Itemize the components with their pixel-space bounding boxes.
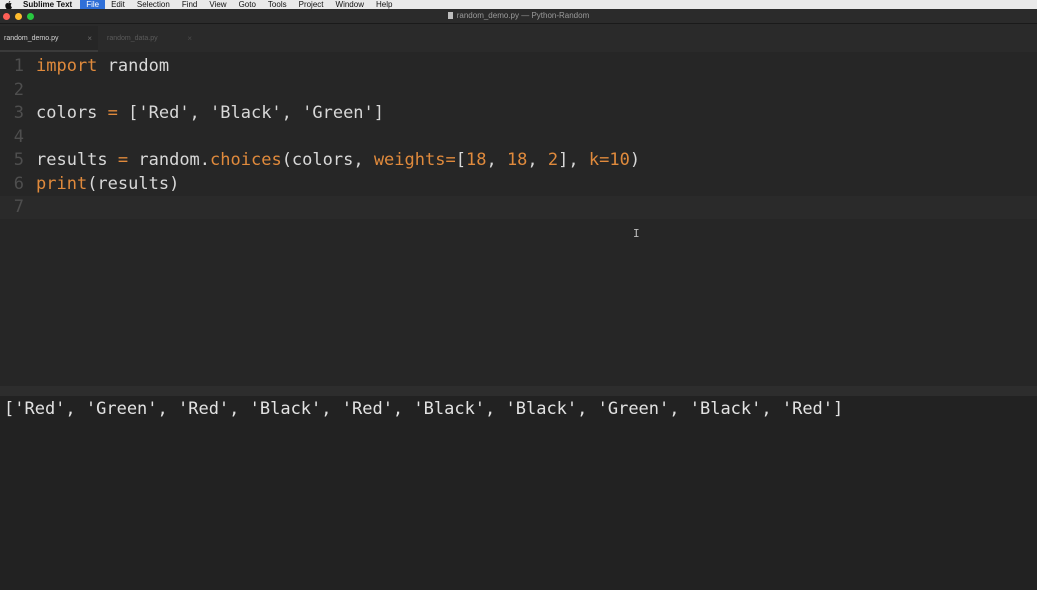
- code-text: print(results): [36, 173, 179, 196]
- line-number: 3: [13, 103, 24, 123]
- menu-goto[interactable]: Goto: [233, 0, 262, 9]
- menu-window[interactable]: Window: [330, 0, 370, 9]
- code-text: colors = ['Red', 'Black', 'Green']: [36, 102, 384, 125]
- window-title-text: random_demo.py — Python-Random: [456, 11, 590, 20]
- menu-project[interactable]: Project: [293, 0, 330, 9]
- text-cursor-icon: I: [633, 227, 640, 240]
- code-text: results = random.choices(colors, weights…: [36, 149, 640, 172]
- code-token: (results): [87, 173, 180, 194]
- tab-bar: random_demo.py × random_data.py ×: [0, 24, 1037, 52]
- code-line[interactable]: 6 print(results): [0, 173, 1037, 196]
- output-panel[interactable]: ['Red', 'Green', 'Red', 'Black', 'Red', …: [0, 396, 1037, 590]
- code-token: random: [97, 56, 170, 76]
- line-number: 1: [13, 56, 24, 76]
- code-token: choices: [210, 150, 282, 170]
- code-line[interactable]: 5 results = random.choices(colors, weight…: [0, 149, 1037, 172]
- apple-icon[interactable]: [4, 0, 13, 9]
- menu-edit[interactable]: Edit: [105, 0, 131, 9]
- code-token: (colors,: [281, 150, 374, 170]
- line-number: 5: [13, 150, 24, 170]
- code-token: ): [629, 150, 641, 170]
- code-token: 10: [609, 150, 630, 170]
- code-token: ],: [558, 150, 589, 170]
- menu-view[interactable]: View: [203, 0, 232, 9]
- code-token: 18: [465, 150, 487, 170]
- code-token: import: [36, 56, 98, 76]
- code-line[interactable]: 7: [0, 196, 1037, 219]
- tab-random-data[interactable]: random_data.py ×: [103, 26, 195, 52]
- document-icon: [447, 12, 453, 19]
- code-token: 2: [547, 150, 559, 170]
- code-token: =: [599, 150, 610, 170]
- code-token: ,: [527, 150, 548, 170]
- panel-divider[interactable]: [0, 386, 1037, 396]
- line-number: 2: [13, 79, 24, 100]
- code-token: ['Red', 'Black', 'Green']: [117, 103, 385, 123]
- code-token: ,: [486, 150, 507, 170]
- line-number: 4: [13, 126, 24, 147]
- code-token: =: [445, 150, 456, 170]
- app-name-menu[interactable]: Sublime Text: [23, 0, 72, 9]
- code-line[interactable]: 2: [0, 79, 1037, 102]
- code-token: 18: [506, 150, 528, 170]
- code-token: [: [455, 150, 466, 170]
- code-token: weights: [373, 150, 446, 170]
- menu-file[interactable]: File: [80, 0, 106, 9]
- code-token: colors: [36, 103, 108, 123]
- code-line[interactable]: 3 colors = ['Red', 'Black', 'Green']: [0, 102, 1037, 125]
- code-token: print: [36, 173, 88, 194]
- menu-tools[interactable]: Tools: [262, 0, 293, 9]
- tab-random-demo[interactable]: random_demo.py ×: [0, 26, 98, 52]
- code-token: results: [36, 150, 118, 170]
- code-token: =: [117, 150, 129, 170]
- menu-help[interactable]: Help: [370, 0, 398, 9]
- output-text: ['Red', 'Green', 'Red', 'Black', 'Red', …: [4, 399, 844, 419]
- menu-selection[interactable]: Selection: [131, 0, 176, 9]
- tab-close-icon[interactable]: ×: [87, 26, 92, 52]
- menu-bar: Sublime Text File Edit Selection Find Vi…: [0, 0, 1037, 9]
- code-text: import random: [36, 55, 169, 78]
- tab-label: random_data.py: [107, 35, 158, 42]
- tab-close-icon[interactable]: ×: [187, 26, 192, 52]
- line-number: 7: [13, 197, 24, 217]
- code-line[interactable]: 1 import random: [0, 55, 1037, 78]
- code-token: random.: [128, 150, 211, 170]
- code-token: =: [107, 103, 118, 123]
- code-editor[interactable]: 7 6 print(results) 5 results = random.choice…: [0, 52, 1037, 386]
- tab-label: random_demo.py: [4, 35, 59, 42]
- menu-find[interactable]: Find: [176, 0, 204, 9]
- window-title: random_demo.py — Python-Random: [0, 9, 1037, 23]
- code-token: k: [588, 150, 600, 170]
- line-number: 6: [13, 173, 24, 194]
- code-line[interactable]: 4: [0, 126, 1037, 149]
- window-title-bar: random_demo.py — Python-Random: [0, 9, 1037, 24]
